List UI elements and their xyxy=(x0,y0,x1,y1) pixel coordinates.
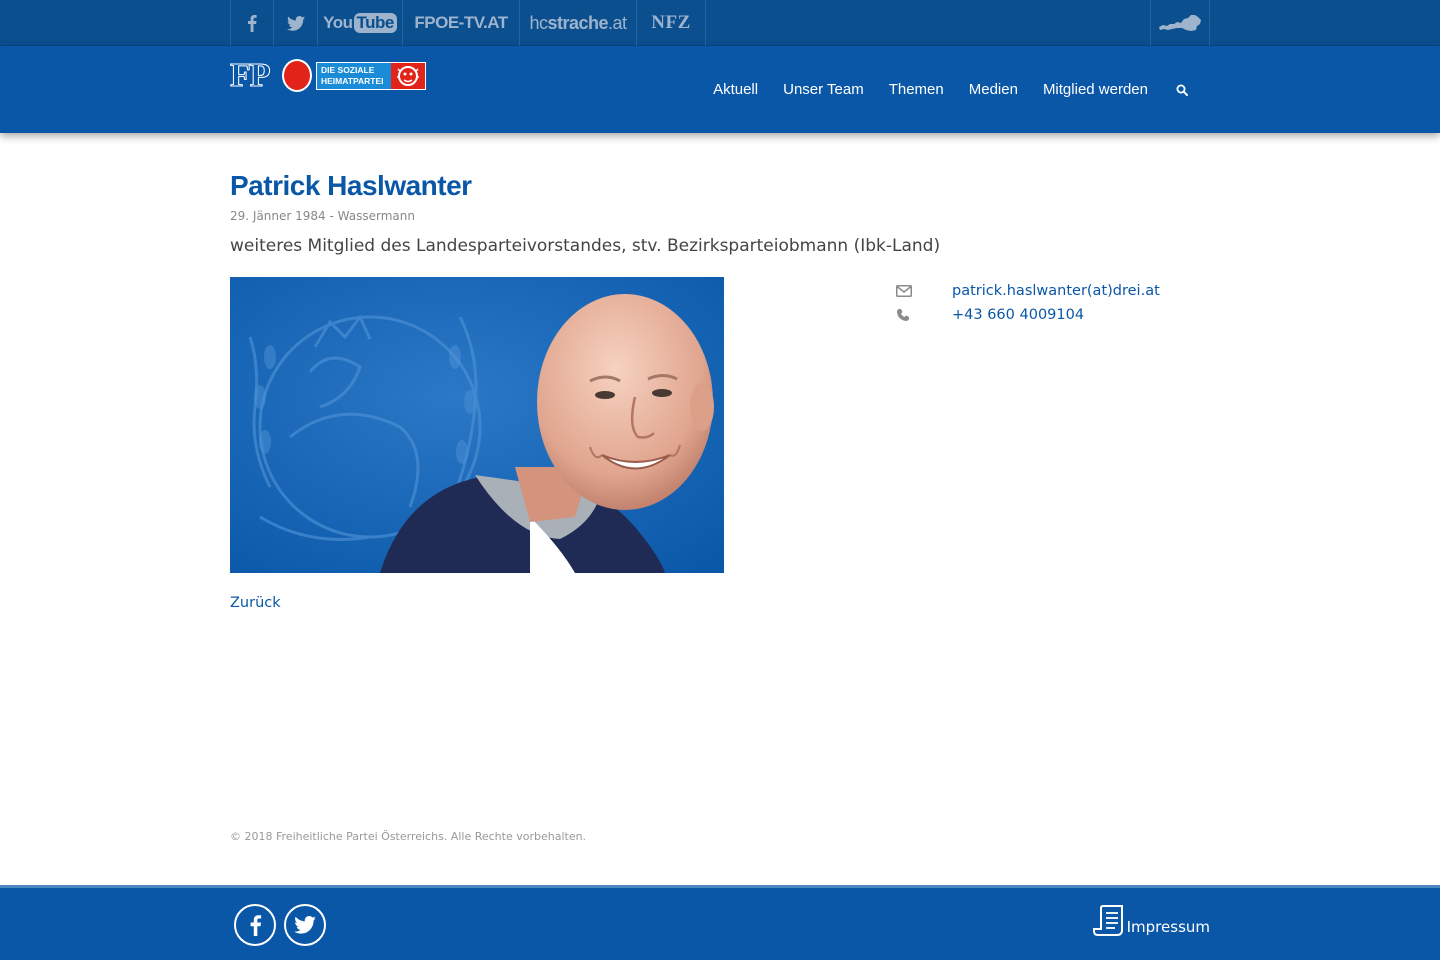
nav-aktuell[interactable]: Aktuell xyxy=(713,81,758,98)
youtube-tube: Tube xyxy=(353,13,397,33)
search-icon xyxy=(1176,84,1188,96)
nav-mitglied-werden[interactable]: Mitglied werden xyxy=(1043,81,1148,98)
top-social-bar-inner: You Tube FPOE-TV.AT hcstrache.at NFZ xyxy=(230,0,1210,46)
phone-icon xyxy=(896,308,952,322)
back-link[interactable]: Zurück xyxy=(230,595,281,611)
impressum-link[interactable]: Impressum xyxy=(1092,902,1210,938)
fpoe-logo[interactable]: FP DIE SOZIALE HEIMATPARTEI xyxy=(230,57,426,94)
logo-lion-emblem xyxy=(391,63,425,89)
copyright-text: © 2018 Freiheitliche Partei Österreichs.… xyxy=(230,830,587,843)
contact-info: patrick.haslwanter(at)drei.at +43 660 40… xyxy=(896,279,1210,327)
austria-map-link[interactable] xyxy=(1150,0,1210,46)
logo-slogan-box: DIE SOZIALE HEIMATPARTEI xyxy=(316,62,426,90)
portrait-image xyxy=(230,277,724,573)
nfz-link[interactable]: NFZ xyxy=(637,0,706,46)
envelope-icon xyxy=(896,285,952,297)
footer-facebook-button[interactable] xyxy=(234,904,276,946)
logo-slogan-line1: DIE SOZIALE xyxy=(321,65,375,75)
facebook-icon xyxy=(248,15,257,32)
youtube-logo: You Tube xyxy=(323,13,397,33)
person-role: weiteres Mitglied des Landesparteivorsta… xyxy=(230,236,941,256)
hcstrache-at: .at xyxy=(608,12,627,33)
hcstrache-link[interactable]: hcstrache.at xyxy=(520,0,637,46)
youtube-link[interactable]: You Tube xyxy=(318,0,403,46)
logo-slogan-line2: HEIMATPARTEI xyxy=(321,76,384,86)
twitter-icon xyxy=(294,916,316,934)
hcstrache-strache: strache xyxy=(547,12,609,33)
logo-letters: FP xyxy=(230,57,272,94)
nfz-logo: NFZ xyxy=(651,12,691,33)
main-header: FP DIE SOZIALE HEIMATPARTEI Aktuell Unse… xyxy=(0,46,1440,133)
nav-medien[interactable]: Medien xyxy=(969,81,1018,98)
facebook-icon xyxy=(250,915,261,936)
facebook-link[interactable] xyxy=(230,0,274,46)
fpoe-tv-logo: FPOE-TV.AT xyxy=(414,13,508,32)
main-nav: Aktuell Unser Team Themen Medien Mitglie… xyxy=(688,46,1188,133)
search-button[interactable] xyxy=(1176,84,1188,96)
austria-map-icon xyxy=(1159,15,1201,31)
top-social-bar: You Tube FPOE-TV.AT hcstrache.at NFZ xyxy=(0,0,1440,46)
contact-email-link[interactable]: patrick.haslwanter(at)drei.at xyxy=(952,283,1160,299)
lion-icon xyxy=(397,66,419,86)
logo-slogan: DIE SOZIALE HEIMATPARTEI xyxy=(317,63,391,89)
footer: Impressum xyxy=(0,885,1440,960)
twitter-link[interactable] xyxy=(274,0,318,46)
impressum-label: Impressum xyxy=(1126,918,1210,936)
contact-phone-link[interactable]: +43 660 4009104 xyxy=(952,307,1084,323)
contact-phone-row: +43 660 4009104 xyxy=(896,303,1210,327)
hcstrache-hc: hc xyxy=(529,12,548,33)
twitter-icon xyxy=(286,15,305,31)
footer-twitter-button[interactable] xyxy=(284,904,326,946)
person-name: Patrick Haslwanter xyxy=(230,170,472,201)
person-photo xyxy=(230,277,724,573)
fpoe-tv-link[interactable]: FPOE-TV.AT xyxy=(403,0,520,46)
hcstrache-logo: hcstrache.at xyxy=(529,12,627,34)
document-icon xyxy=(1092,905,1123,936)
youtube-you: You xyxy=(323,13,353,32)
contact-email-row: patrick.haslwanter(at)drei.at xyxy=(896,279,1210,303)
person-birthdate: 29. Jänner 1984 - Wassermann xyxy=(230,209,415,223)
logo-red-o xyxy=(282,59,312,92)
nav-themen[interactable]: Themen xyxy=(889,81,944,98)
nav-unser-team[interactable]: Unser Team xyxy=(783,81,864,98)
